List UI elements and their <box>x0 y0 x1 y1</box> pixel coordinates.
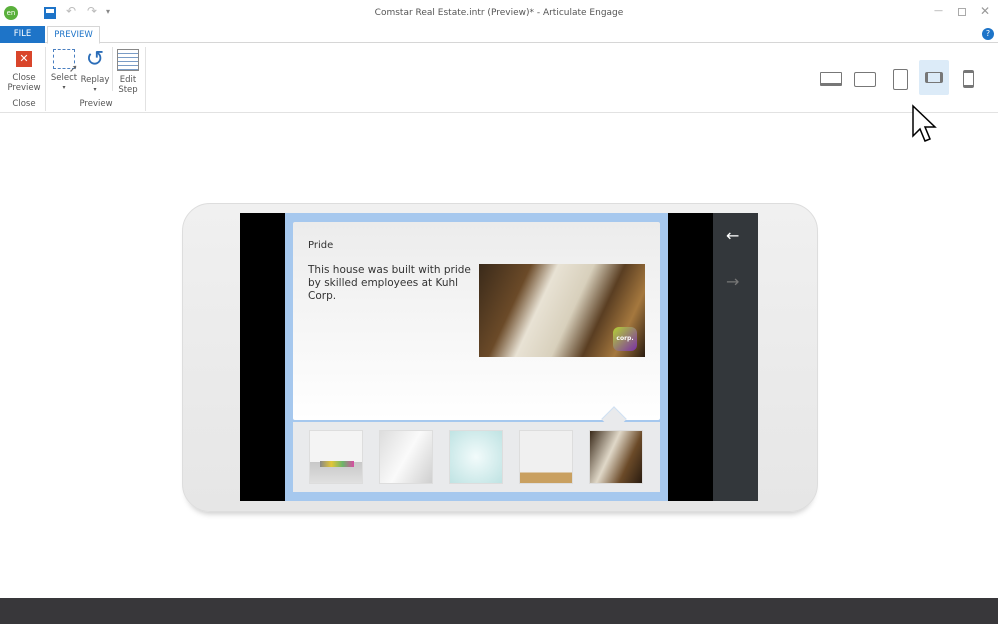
slide-body: This house was built with pride by skill… <box>308 264 471 302</box>
status-bar <box>0 598 998 624</box>
close-window-button[interactable]: ✕ <box>980 4 990 18</box>
close-preview-button[interactable]: ✕ Close Preview <box>6 51 42 93</box>
ribbon-tabs: FILE PREVIEW ? <box>0 26 998 44</box>
title-bar: en ↶ ↷ ▾ Comstar Real Estate.intr (Previ… <box>0 0 998 26</box>
help-icon[interactable]: ? <box>982 28 994 40</box>
close-group-label: Close <box>12 99 36 109</box>
select-icon: ➚ <box>53 49 78 74</box>
close-icon: ✕ <box>16 51 32 67</box>
replay-button[interactable]: ↺ Replay ▾ <box>80 49 110 95</box>
forward-arrow-icon[interactable]: → <box>726 272 739 291</box>
thumbnail-strip <box>293 422 660 492</box>
divider <box>145 47 146 111</box>
navigation-panel: ← → <box>713 213 758 501</box>
device-laptop-button[interactable] <box>816 63 846 95</box>
edit-step-icon <box>117 49 139 71</box>
select-button[interactable]: ➚ Select ▾ <box>50 49 78 93</box>
mouse-cursor-icon <box>912 104 937 142</box>
device-phone-portrait-button[interactable] <box>953 63 983 95</box>
edit-step-button[interactable]: Edit Step <box>114 49 142 95</box>
minimize-button[interactable]: — <box>934 6 943 16</box>
ribbon: ✕ Close Preview Close ➚ Select ▾ ↺ Replay… <box>0 43 998 113</box>
phone-portrait-icon <box>962 70 974 88</box>
divider <box>112 47 113 91</box>
window-title: Comstar Real Estate.intr (Preview)* - Ar… <box>374 8 624 18</box>
maximize-button[interactable] <box>958 8 966 16</box>
thumbnail-5-selected[interactable] <box>589 430 643 484</box>
phone-landscape-icon <box>925 72 943 83</box>
slide-card: Pride This house was built with pride by… <box>293 222 660 420</box>
thumbnail-1[interactable] <box>309 430 363 484</box>
tab-preview[interactable]: PREVIEW <box>47 26 100 44</box>
divider <box>45 47 46 111</box>
slide-image: corp. <box>479 264 645 357</box>
preview-group-label: Preview <box>79 99 113 109</box>
tablet-landscape-icon <box>854 71 876 87</box>
thumbnail-4[interactable] <box>519 430 573 484</box>
device-tablet-portrait-button[interactable] <box>885 63 915 95</box>
back-arrow-icon[interactable]: ← <box>726 226 739 245</box>
kuhl-corp-logo: corp. <box>613 327 637 351</box>
tablet-portrait-icon <box>892 68 908 90</box>
device-tablet-landscape-button[interactable] <box>850 63 880 95</box>
device-phone-landscape-button[interactable] <box>919 60 949 95</box>
tab-file[interactable]: FILE <box>0 26 45 43</box>
laptop-icon <box>820 72 842 86</box>
thumbnail-3[interactable] <box>449 430 503 484</box>
replay-icon: ↺ <box>85 47 105 72</box>
thumbnail-2[interactable] <box>379 430 433 484</box>
slide-title: Pride <box>308 240 334 251</box>
